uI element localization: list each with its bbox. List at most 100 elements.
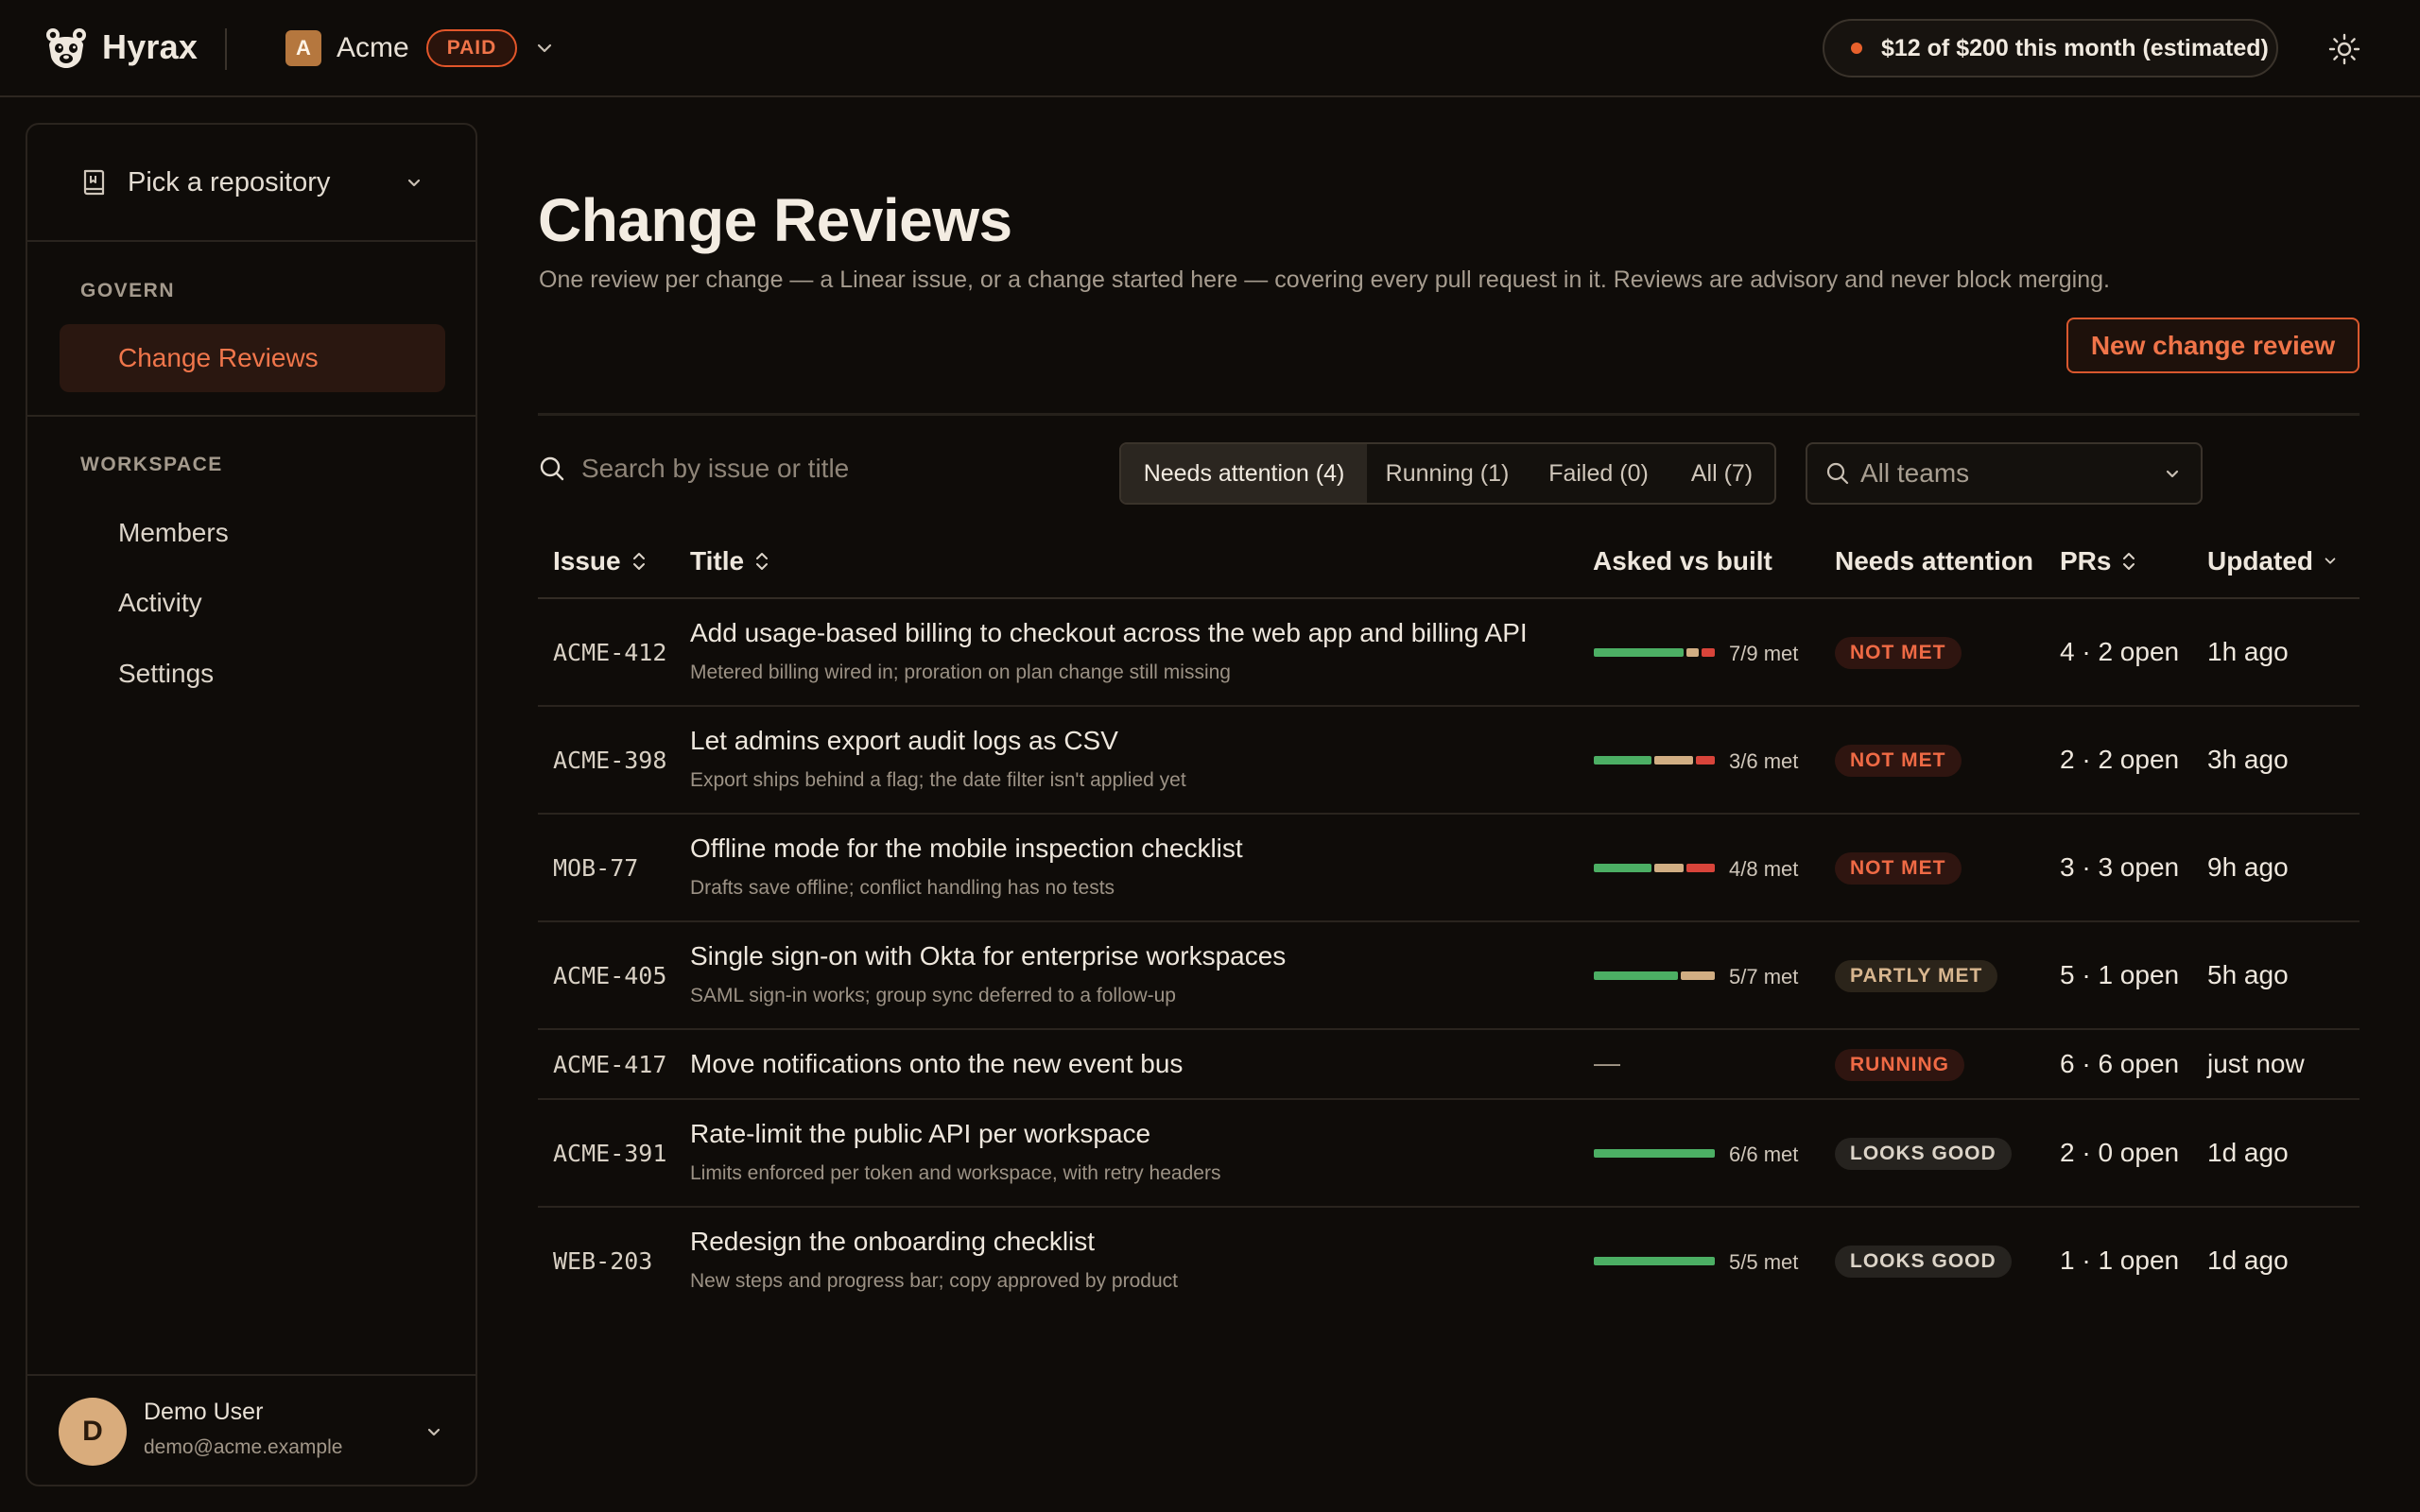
table-row[interactable]: ACME-391 Rate-limit the public API per w… xyxy=(538,1100,2360,1208)
asked-vs-built-bar xyxy=(1594,1149,1715,1158)
progress-segment-not xyxy=(1695,756,1715,765)
column-header-updated-label: Updated xyxy=(2207,546,2313,576)
usage-cost-pill[interactable]: $12 of $200 this month (estimated) xyxy=(1823,19,2278,77)
pr-count: 3 · 3 open xyxy=(2060,852,2180,882)
issue-id[interactable]: ACME-405 xyxy=(553,962,666,989)
table-row[interactable]: ACME-417 Move notifications onto the new… xyxy=(538,1030,2360,1100)
updated-time: 1d ago xyxy=(2207,1138,2289,1167)
tab-needs-attention[interactable]: Needs attention (4) xyxy=(1121,444,1367,503)
updated-time: 3h ago xyxy=(2207,745,2289,774)
topbar-divider xyxy=(225,28,227,70)
issue-id[interactable]: WEB-203 xyxy=(553,1247,652,1275)
tab-running[interactable]: Running (1) xyxy=(1367,444,1528,503)
new-change-review-button[interactable]: New change review xyxy=(2066,318,2360,373)
pr-count: 5 · 1 open xyxy=(2060,960,2180,989)
table-row[interactable]: WEB-203 Redesign the onboarding checklis… xyxy=(538,1208,2360,1315)
met-count: 5/5 met xyxy=(1729,1250,1799,1274)
row-title[interactable]: Move notifications onto the new event bu… xyxy=(690,1049,1183,1079)
column-header-title[interactable]: Title xyxy=(690,546,770,576)
progress-segment-met xyxy=(1594,1257,1715,1265)
brand[interactable]: Hyrax xyxy=(43,25,198,70)
tab-failed[interactable]: Failed (0) xyxy=(1528,444,1669,503)
column-header-issue-label: Issue xyxy=(553,546,621,576)
sort-icon xyxy=(756,553,769,570)
progress-segment-not xyxy=(1702,648,1716,657)
sidebar-item-activity[interactable]: Activity xyxy=(60,569,445,637)
column-header-asked-vs-built: Asked vs built xyxy=(1593,546,1772,576)
search-input[interactable] xyxy=(581,454,1111,484)
tab-all[interactable]: All (7) xyxy=(1669,444,1774,503)
sun-icon[interactable] xyxy=(2327,32,2361,66)
row-summary: Export ships behind a flag; the date fil… xyxy=(690,769,1186,791)
issue-id[interactable]: ACME-417 xyxy=(553,1051,666,1078)
row-summary: Drafts save offline; conflict handling h… xyxy=(690,877,1115,899)
status-badge: NOT MET xyxy=(1835,637,1962,669)
met-count: 5/7 met xyxy=(1729,965,1799,988)
team-select[interactable]: All teams xyxy=(1806,442,2203,505)
column-header-updated[interactable]: Updated xyxy=(2207,546,2338,576)
asked-vs-built-bar xyxy=(1594,756,1715,765)
cost-text: $12 of $200 this month (estimated) xyxy=(1881,34,2269,61)
progress-segment-partly xyxy=(1654,864,1684,872)
table-row[interactable]: ACME-412 Add usage-based billing to chec… xyxy=(538,599,2360,707)
asked-vs-built-bar xyxy=(1594,1257,1715,1265)
org-avatar: A xyxy=(285,30,321,66)
column-header-issue[interactable]: Issue xyxy=(553,546,648,576)
row-summary: SAML sign-in works; group sync deferred … xyxy=(690,985,1176,1006)
search-icon xyxy=(1826,462,1849,485)
issue-id[interactable]: ACME-391 xyxy=(553,1140,666,1167)
issue-id[interactable]: ACME-398 xyxy=(553,747,666,774)
row-title[interactable]: Add usage-based billing to checkout acro… xyxy=(690,618,1528,648)
progress-segment-met xyxy=(1594,971,1679,980)
met-count: 4/8 met xyxy=(1729,857,1799,881)
row-title[interactable]: Let admins export audit logs as CSV xyxy=(690,726,1118,756)
cost-status-dot xyxy=(1851,43,1862,54)
row-title[interactable]: Redesign the onboarding checklist xyxy=(690,1227,1095,1257)
pr-count: 6 · 6 open xyxy=(2060,1049,2180,1078)
row-title[interactable]: Offline mode for the mobile inspection c… xyxy=(690,833,1243,864)
row-title[interactable]: Rate-limit the public API per workspace xyxy=(690,1119,1150,1149)
top-bar: Hyrax A Acme PAID $12 of $200 this month… xyxy=(0,0,2420,97)
progress-segment-partly xyxy=(1654,756,1693,765)
met-count: 7/9 met xyxy=(1729,642,1799,665)
repository-picker[interactable]: Pick a repository xyxy=(27,125,475,242)
page-subtitle: One review per change — a Linear issue, … xyxy=(539,266,2110,293)
chevron-down-icon xyxy=(2166,470,2179,478)
column-header-prs-label: PRs xyxy=(2060,546,2112,576)
brand-name: Hyrax xyxy=(102,27,199,66)
asked-vs-built-bar xyxy=(1594,648,1716,657)
sidebar-item-change-reviews[interactable]: Change Reviews xyxy=(60,324,445,392)
sidebar-divider xyxy=(27,415,475,417)
status-badge: LOOKS GOOD xyxy=(1835,1246,2012,1278)
table-row[interactable]: MOB-77 Offline mode for the mobile inspe… xyxy=(538,815,2360,922)
sidebar-item-settings[interactable]: Settings xyxy=(60,640,445,708)
chevron-down-icon xyxy=(538,43,552,53)
chevron-down-icon xyxy=(407,179,421,187)
page-title: Change Reviews xyxy=(538,186,1012,254)
issue-id[interactable]: ACME-412 xyxy=(553,639,666,666)
sort-icon xyxy=(2123,553,2135,570)
met-count: 6/6 met xyxy=(1729,1143,1799,1166)
updated-time: just now xyxy=(2207,1049,2305,1078)
table-row[interactable]: ACME-398 Let admins export audit logs as… xyxy=(538,707,2360,815)
progress-segment-not xyxy=(1685,864,1715,872)
column-header-needs-attention: Needs attention xyxy=(1835,546,2034,576)
row-title[interactable]: Single sign-on with Okta for enterprise … xyxy=(690,941,1286,971)
repository-icon xyxy=(83,169,105,196)
column-header-prs[interactable]: PRs xyxy=(2060,546,2137,576)
avatar: D xyxy=(59,1398,127,1466)
search-bar xyxy=(538,454,1111,484)
table-row[interactable]: ACME-405 Single sign-on with Okta for en… xyxy=(538,922,2360,1030)
sidebar-item-members[interactable]: Members xyxy=(60,499,445,567)
pr-count: 1 · 1 open xyxy=(2060,1246,2180,1275)
section-label-workspace: WORKSPACE xyxy=(80,454,223,475)
asked-vs-built-bar xyxy=(1594,971,1715,980)
pr-count: 4 · 2 open xyxy=(2060,637,2180,666)
user-menu[interactable]: D Demo User demo@acme.example xyxy=(27,1374,475,1486)
updated-time: 1d ago xyxy=(2207,1246,2289,1275)
progress-segment-met xyxy=(1594,756,1651,765)
progress-segment-met xyxy=(1594,864,1651,872)
progress-segment-met xyxy=(1594,648,1684,657)
org-switcher[interactable]: A Acme PAID xyxy=(285,29,555,67)
issue-id[interactable]: MOB-77 xyxy=(553,854,638,882)
